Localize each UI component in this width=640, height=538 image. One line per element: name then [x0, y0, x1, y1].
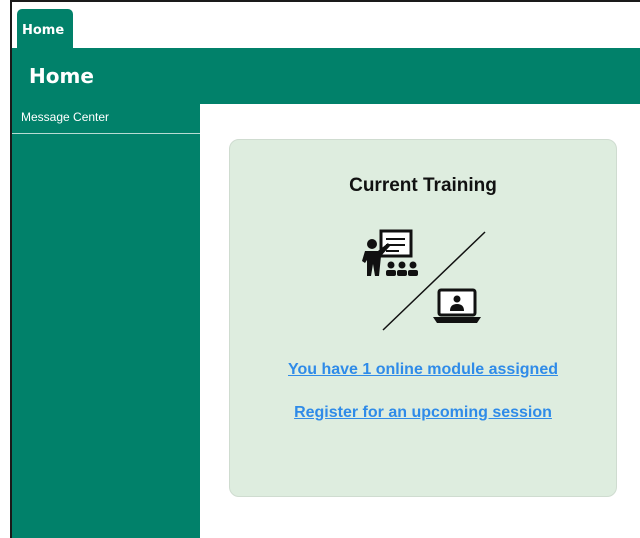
page-title: Home — [29, 64, 94, 88]
online-module-link[interactable]: You have 1 online module assigned — [230, 361, 616, 379]
main-content: Current Training You have 1 online modul… — [200, 104, 640, 538]
tab-home[interactable]: Home — [17, 9, 73, 51]
sidebar-item-message-center[interactable]: Message Center — [12, 104, 200, 134]
sidebar: Message Center — [12, 104, 200, 538]
register-session-link[interactable]: Register for an upcoming session — [230, 404, 616, 422]
app-window: Home Home Message Center Current Trainin… — [10, 0, 640, 538]
current-training-card: Current Training You have 1 online modul… — [229, 139, 617, 497]
training-classroom-and-online-icon — [362, 229, 486, 331]
header-bar — [12, 48, 640, 104]
card-title: Current Training — [349, 175, 497, 196]
